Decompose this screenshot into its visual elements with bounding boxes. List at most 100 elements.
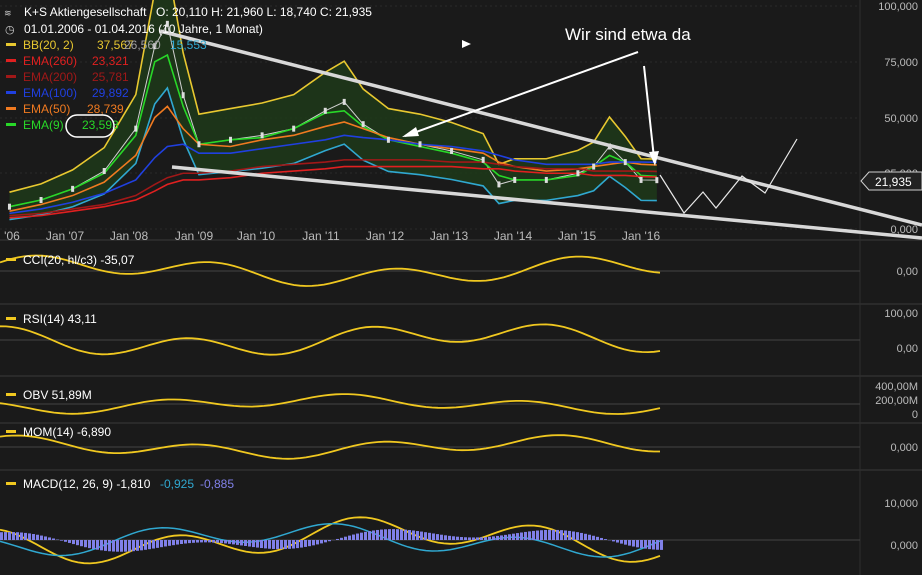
panel-swatch [6, 430, 16, 433]
instrument-title: K+S Aktiengesellschaft [24, 5, 147, 19]
macd-histogram-bar [20, 532, 23, 540]
price-badge: 21,935 [860, 171, 922, 191]
macd-histogram-bar [268, 540, 271, 549]
panel-tick-label: 100,00 [884, 308, 918, 320]
macd-histogram-bar [364, 531, 367, 540]
panel-value-hist: -0,885 [200, 477, 234, 491]
macd-histogram-bar [424, 532, 427, 540]
legend-label: EMA(50) [23, 102, 70, 116]
macd-histogram-bar [296, 540, 299, 549]
x-tick-label: Jan '14 [494, 229, 533, 243]
macd-histogram-bar [356, 533, 359, 540]
macd-histogram-bar [344, 536, 347, 540]
macd-histogram-bar [200, 540, 203, 543]
panel-label: CCI(20, hl/c3) -35,07 [23, 253, 135, 267]
macd-histogram-bar [312, 540, 315, 546]
panel-label: MOM(14) -6,890 [23, 425, 111, 439]
macd-histogram-bar [0, 532, 3, 540]
instrument-icon: ≋ [4, 8, 12, 18]
price-point [342, 98, 346, 105]
price-point [513, 176, 517, 183]
macd-histogram-bar [644, 540, 647, 549]
x-tick-label: Jan '10 [237, 229, 276, 243]
macd-histogram-bar [368, 531, 371, 540]
price-point [39, 197, 43, 204]
macd-histogram-bar [604, 539, 607, 540]
x-tick-label: Jan '07 [46, 229, 85, 243]
legend-swatch [6, 59, 16, 62]
panel-label: RSI(14) 43,11 [23, 312, 97, 326]
price-point [655, 177, 659, 184]
macd-histogram-bar [44, 536, 47, 540]
price-point [323, 107, 327, 114]
macd-histogram-bar [628, 540, 631, 546]
macd-histogram-bar [60, 540, 63, 541]
macd-histogram-bar [132, 540, 135, 552]
macd-histogram-bar [476, 537, 479, 540]
macd-histogram-bar [472, 537, 475, 540]
x-tick-label: Jan '13 [430, 229, 469, 243]
price-point [386, 136, 390, 143]
macd-histogram-bar [112, 540, 115, 552]
ohlc-values: O: 20,110 H: 21,960 L: 18,740 C: 21,935 [156, 5, 372, 19]
macd-histogram-bar [96, 540, 99, 550]
price-point [197, 141, 201, 148]
macd-histogram-bar [420, 531, 423, 540]
legend-value: 29,892 [92, 86, 129, 100]
macd-histogram-bar [464, 537, 467, 540]
macd-histogram-bar [120, 540, 123, 552]
macd-histogram-bar [152, 540, 155, 549]
macd-histogram-bar [16, 532, 19, 540]
price-point [7, 203, 11, 210]
legend-swatch [6, 91, 16, 94]
macd-histogram-bar [384, 529, 387, 540]
macd-histogram-bar [136, 540, 139, 551]
macd-histogram-bar [100, 540, 103, 551]
price-badge-value: 21,935 [875, 175, 912, 189]
macd-histogram-bar [660, 540, 663, 550]
macd-histogram-bar [372, 530, 375, 540]
price-point [260, 132, 264, 139]
clock-icon: ◷ [5, 23, 15, 36]
macd-histogram-bar [504, 534, 507, 540]
macd-histogram-bar [328, 540, 331, 542]
macd-histogram-bar [40, 535, 43, 540]
macd-histogram-bar [412, 530, 415, 540]
macd-histogram-bar [568, 530, 571, 540]
panel-value-signal: -0,925 [160, 477, 194, 491]
macd-histogram-bar [500, 535, 503, 540]
macd-histogram-bar [452, 536, 455, 540]
macd-histogram-bar [432, 533, 435, 540]
macd-histogram-bar [416, 531, 419, 540]
macd-histogram-bar [180, 540, 183, 545]
x-tick-label: Jan '15 [558, 229, 597, 243]
macd-histogram-bar [336, 538, 339, 540]
macd-histogram-bar [224, 540, 227, 544]
macd-histogram-bar [84, 540, 87, 548]
macd-histogram-bar [360, 532, 363, 540]
panel-swatch [6, 393, 16, 396]
macd-histogram-bar [380, 529, 383, 540]
legend-label: BB(20, 2) [23, 38, 74, 52]
macd-histogram-bar [12, 532, 15, 540]
macd-histogram-bar [248, 540, 251, 547]
x-tick-label: Jan '16 [622, 229, 661, 243]
macd-histogram-bar [520, 532, 523, 540]
macd-histogram-bar [208, 540, 211, 543]
macd-histogram-bar [652, 540, 655, 550]
macd-histogram-bar [304, 540, 307, 547]
panel-swatch [6, 258, 16, 261]
legend-extra: 26,560 [124, 38, 161, 52]
macd-histogram-bar [156, 540, 159, 548]
price-point [639, 176, 643, 183]
macd-histogram-bar [508, 534, 511, 540]
legend-label: EMA(260) [23, 54, 77, 68]
macd-histogram-bar [524, 531, 527, 540]
macd-histogram-bar [168, 540, 171, 546]
macd-histogram-bar [624, 540, 627, 545]
macd-histogram-bar [172, 540, 175, 546]
macd-histogram-bar [460, 537, 463, 540]
macd-histogram-bar [352, 534, 355, 540]
x-tick-label: Jan '09 [175, 229, 214, 243]
macd-histogram-bar [376, 529, 379, 540]
